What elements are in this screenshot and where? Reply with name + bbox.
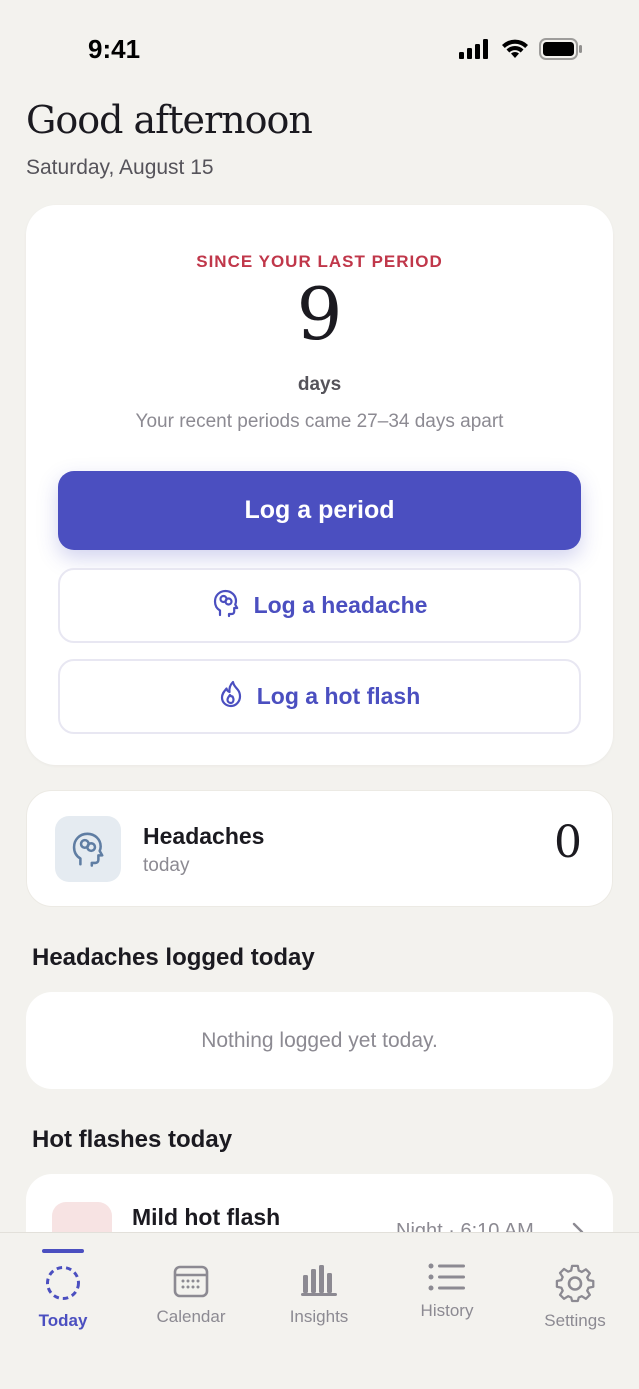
chevron-right-icon <box>572 1222 584 1232</box>
hot-flash-entry-title: Mild hot flash <box>132 1204 281 1230</box>
log-headache-label: Log a headache <box>253 592 428 618</box>
headaches-empty-state: Nothing logged yet today. <box>26 992 613 1089</box>
headaches-logged-section-title: Headaches logged today <box>32 944 315 971</box>
tab-insights[interactable]: Insights <box>264 1233 374 1353</box>
log-period-label: Log a period <box>244 496 395 524</box>
hot-flashes-section-title: Hot flashes today <box>32 1126 233 1153</box>
status-time: 9:41 <box>88 34 141 64</box>
status-bar: 9:41 <box>0 0 639 100</box>
battery-icon <box>539 38 583 64</box>
headaches-stat-subtitle: today <box>143 855 190 876</box>
cellular-signal-icon <box>459 39 491 63</box>
greeting-title: Good afternoon <box>26 98 313 142</box>
headaches-stat-title: Headaches <box>143 823 265 849</box>
hot-flash-entry[interactable]: Mild hot flash Night · 6:10 AM <box>26 1174 613 1232</box>
calendar-icon <box>172 1263 210 1303</box>
today-ring-icon <box>43 1263 83 1307</box>
tab-settings-label: Settings <box>544 1311 606 1330</box>
empty-state-text: Nothing logged yet today. <box>201 1028 438 1052</box>
tab-today[interactable]: Today <box>8 1233 118 1353</box>
headaches-today-card[interactable]: Headaches today 0 <box>26 790 613 907</box>
tab-history[interactable]: History <box>392 1233 502 1353</box>
log-hot-flash-label: Log a hot flash <box>256 683 421 709</box>
list-icon <box>427 1261 467 1297</box>
log-headache-button[interactable]: Log a headache <box>58 568 581 643</box>
log-period-button[interactable]: Log a period <box>58 471 581 550</box>
today-scroll-area[interactable]: Good afternoon Saturday, August 15 SINCE… <box>0 0 639 1232</box>
tab-calendar[interactable]: Calendar <box>136 1233 246 1353</box>
log-hot-flash-button[interactable]: Log a hot flash <box>58 659 581 734</box>
tab-today-label: Today <box>38 1311 88 1330</box>
headaches-stat-count: 0 <box>554 817 582 868</box>
hot-flash-entry-time: Night · 6:10 AM <box>396 1220 534 1232</box>
tab-insights-label: Insights <box>289 1307 349 1326</box>
days-since-period-count: 9 <box>296 272 343 356</box>
head-brain-icon <box>212 588 240 624</box>
since-last-period-label: SINCE YOUR LAST PERIOD <box>196 252 443 271</box>
days-unit-label: days <box>297 374 342 395</box>
active-tab-indicator <box>42 1249 84 1253</box>
tab-calendar-label: Calendar <box>156 1307 226 1326</box>
tab-history-label: History <box>420 1301 474 1320</box>
tab-settings[interactable]: Settings <box>520 1233 630 1353</box>
current-date: Saturday, August 15 <box>26 156 214 179</box>
tab-bar: Today Calendar Insights History Settings <box>0 1232 639 1389</box>
wifi-icon <box>501 39 529 63</box>
bar-chart-icon <box>300 1263 338 1301</box>
cycle-range-hint: Your recent periods came 27–34 days apar… <box>135 411 504 432</box>
gear-icon <box>555 1263 595 1307</box>
flame-icon <box>219 680 243 714</box>
head-brain-icon <box>55 816 121 882</box>
flame-icon <box>52 1202 112 1232</box>
